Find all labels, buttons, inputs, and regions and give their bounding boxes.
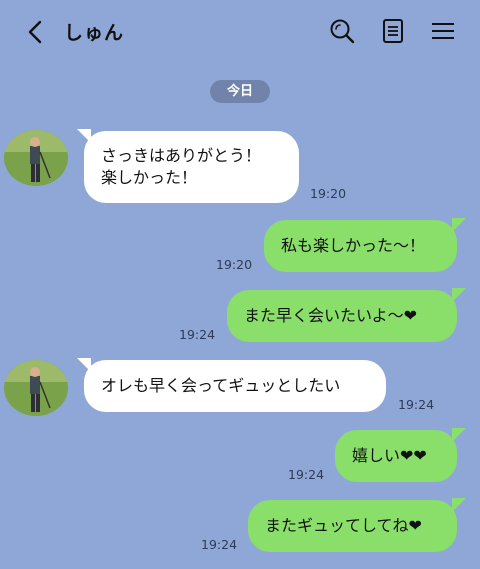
search-icon[interactable] bbox=[327, 16, 357, 46]
avatar-photo-icon bbox=[4, 360, 68, 416]
message-text: またギュッてしてね❤ bbox=[265, 516, 422, 535]
message-text-line: さっきはありがとう！ bbox=[101, 146, 262, 165]
message-time: 19:24 bbox=[201, 537, 238, 552]
back-chevron-icon[interactable] bbox=[24, 18, 48, 46]
message-time: 19:20 bbox=[216, 257, 253, 272]
bubble-tail bbox=[452, 288, 466, 302]
date-separator: 今日 bbox=[210, 80, 270, 103]
message-bubble-outgoing[interactable]: 私も楽しかった〜！ bbox=[264, 220, 457, 272]
bubble-tail bbox=[452, 218, 466, 232]
message-time: 19:24 bbox=[179, 327, 216, 342]
contact-avatar[interactable] bbox=[4, 130, 68, 186]
message-text: また早く会いたいよ〜❤ bbox=[244, 306, 418, 325]
bubble-tail bbox=[452, 498, 466, 512]
message-time: 19:24 bbox=[288, 467, 325, 482]
bubble-tail bbox=[77, 129, 91, 143]
message-text: 嬉しい❤❤ bbox=[352, 446, 427, 465]
message-text-line: 楽しかった！ bbox=[101, 168, 198, 187]
contact-avatar[interactable] bbox=[4, 360, 68, 416]
hamburger-menu-icon[interactable] bbox=[428, 16, 458, 46]
message-bubble-outgoing[interactable]: 嬉しい❤❤ bbox=[335, 430, 457, 482]
message-bubble-incoming[interactable]: オレも早く会ってギュッとしたい bbox=[84, 360, 386, 412]
bubble-tail bbox=[77, 358, 91, 372]
message-bubble-outgoing[interactable]: またギュッてしてね❤ bbox=[248, 500, 457, 552]
message-bubble-incoming[interactable]: さっきはありがとう！ 楽しかった！ bbox=[84, 131, 299, 203]
message-text: 私も楽しかった〜！ bbox=[281, 236, 426, 255]
avatar-photo-icon bbox=[4, 130, 68, 186]
chat-title: しゅん bbox=[64, 22, 125, 44]
bubble-tail bbox=[452, 428, 466, 442]
message-time: 19:24 bbox=[398, 397, 435, 412]
message-time: 19:20 bbox=[310, 186, 347, 201]
message-text: オレも早く会ってギュッとしたい bbox=[101, 376, 341, 395]
message-bubble-outgoing[interactable]: また早く会いたいよ〜❤ bbox=[227, 290, 457, 342]
notes-icon[interactable] bbox=[378, 16, 408, 46]
chat-header: しゅん bbox=[0, 0, 480, 64]
